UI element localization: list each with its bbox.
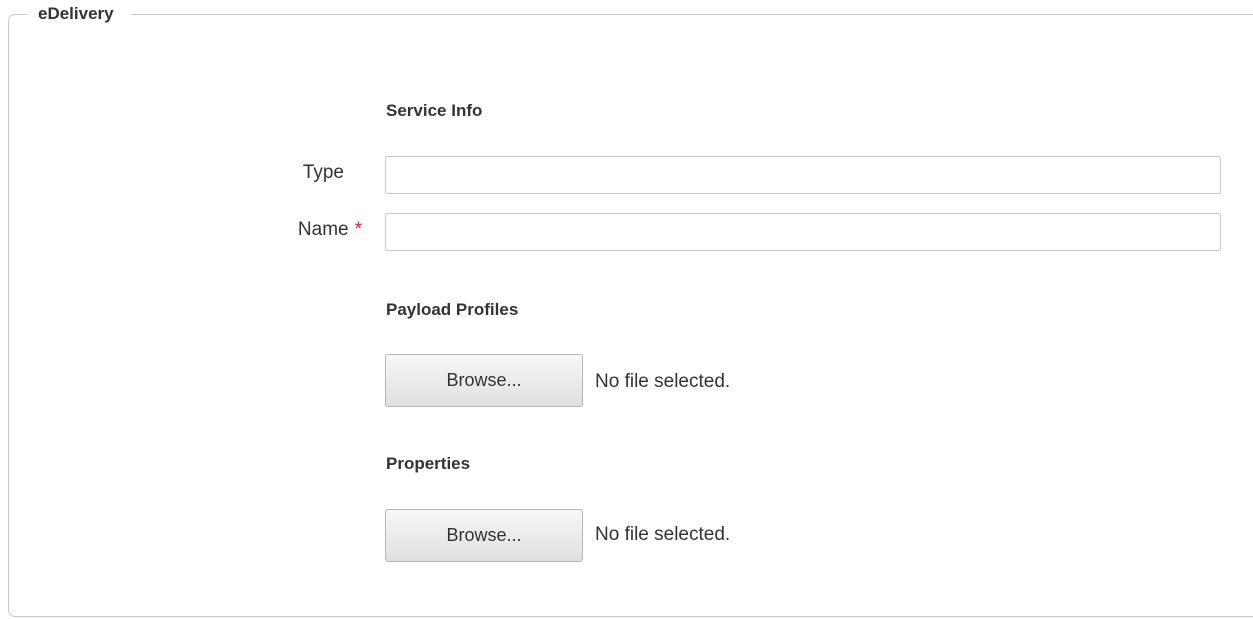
- type-label: Type: [302, 162, 344, 183]
- service-info-title: Service Info: [386, 101, 483, 120]
- fieldset-legend: eDelivery: [28, 4, 131, 24]
- type-input[interactable]: [385, 156, 1221, 194]
- required-marker: *: [354, 219, 362, 240]
- properties-file-status: No file selected.: [595, 524, 731, 545]
- payload-profiles-title: Payload Profiles: [386, 300, 519, 319]
- name-label-text: Name: [297, 219, 349, 240]
- payload-profiles-file-status: No file selected.: [595, 371, 731, 392]
- properties-browse-button[interactable]: Browse...: [385, 509, 583, 562]
- name-label: Name *: [0, 219, 362, 241]
- properties-title: Properties: [386, 454, 471, 473]
- payload-profiles-browse-button[interactable]: Browse...: [385, 354, 583, 407]
- name-input[interactable]: [385, 213, 1221, 251]
